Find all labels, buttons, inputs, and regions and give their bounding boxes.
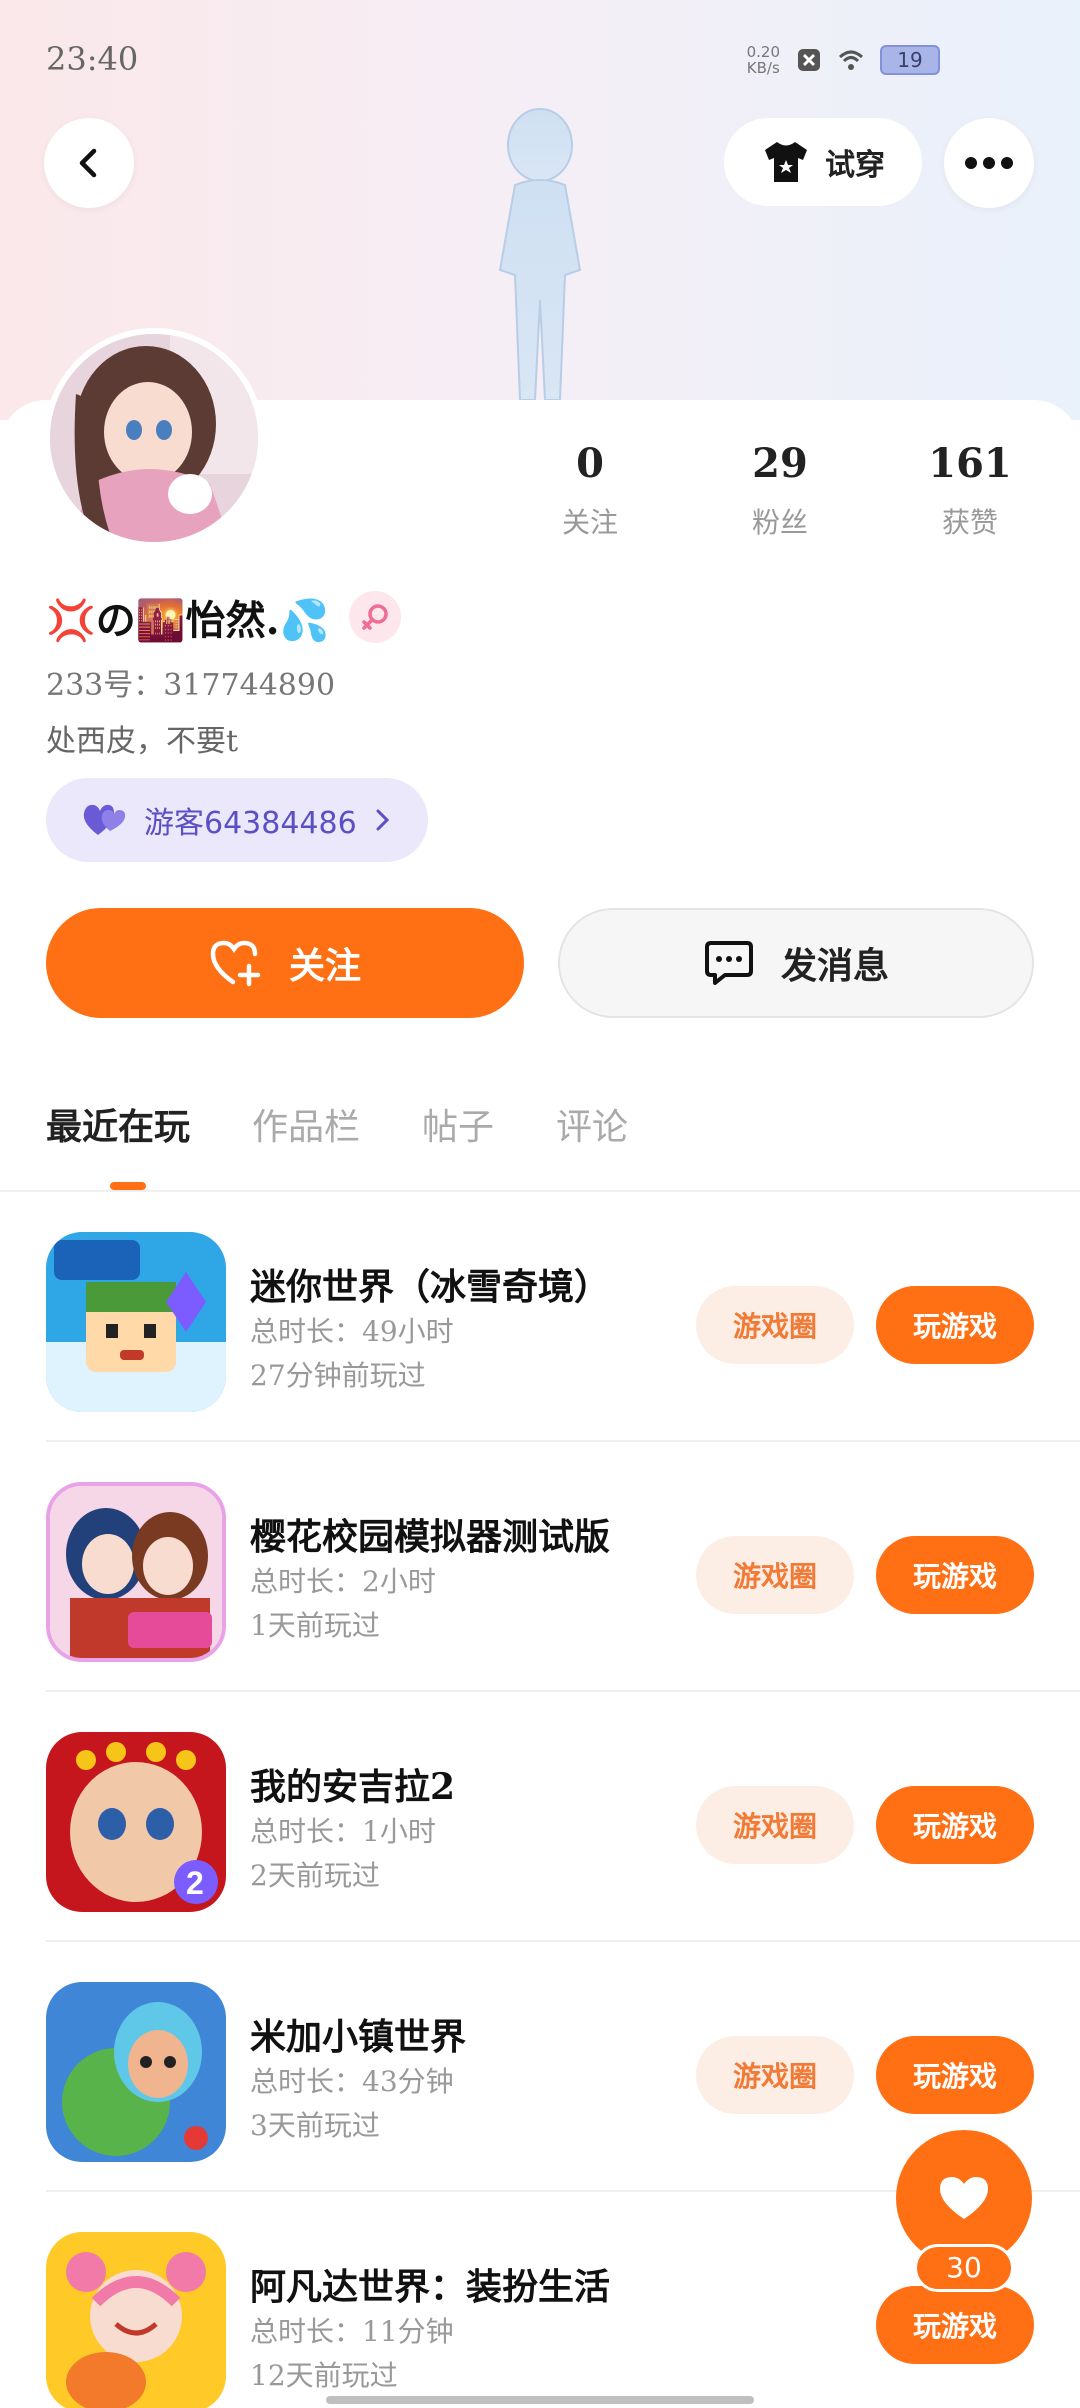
stat-label: 粉丝 — [751, 506, 808, 539]
game-icon — [46, 1482, 226, 1662]
game-circle-button[interactable]: 游戏圈 — [696, 2036, 854, 2114]
game-circle-button[interactable]: 游戏圈 — [696, 1536, 854, 1614]
game-title: 迷你世界（冰雪奇境） — [250, 1266, 611, 1308]
play-game-button[interactable]: 玩游戏 — [876, 1786, 1034, 1864]
user-id: 233号：317744890 — [46, 668, 336, 703]
follow-button[interactable]: 关注 — [46, 908, 524, 1018]
tab-comments[interactable]: 评论 — [556, 1098, 628, 1150]
game-circle-button[interactable]: 游戏圈 — [696, 1786, 854, 1864]
home-indicator[interactable] — [326, 2396, 754, 2404]
game-last-played: 1天前玩过 — [250, 1609, 380, 1642]
play-game-button[interactable]: 玩游戏 — [876, 2036, 1034, 2114]
avatar-anime-girl-image — [50, 334, 258, 542]
stat-label: 关注 — [561, 506, 618, 539]
game-duration: 总时长：43分钟 — [250, 2065, 454, 2098]
game-title: 阿凡达世界：装扮生活 — [250, 2266, 611, 2308]
game-icon — [46, 1982, 226, 2162]
toca-world-game-image — [46, 1982, 226, 2162]
profile-tabs: 最近在玩 作品栏 帖子 评论 — [46, 1098, 628, 1150]
heart-icon — [940, 2177, 988, 2219]
female-symbol-icon — [362, 604, 389, 630]
play-game-button[interactable]: 玩游戏 — [876, 1286, 1034, 1364]
stat-value: 0 — [576, 440, 604, 487]
play-game-button[interactable]: 玩游戏 — [876, 1536, 1034, 1614]
stat-label: 获赞 — [941, 506, 998, 539]
game-icon: 2 — [46, 1732, 226, 1912]
game-duration: 总时长：49小时 — [250, 1315, 454, 1348]
no-sim-icon — [798, 49, 820, 71]
game-circle-button[interactable]: 游戏圈 — [696, 1286, 854, 1364]
list-item[interactable]: 2 我的安吉拉2 总时长：1小时 2天前玩过 游戏圈 玩游戏 — [0, 1692, 1080, 1942]
game-icon — [46, 2232, 226, 2408]
try-on-button[interactable]: 试穿 — [724, 118, 922, 206]
nickname: 💢の🌇怡然.💦 — [46, 597, 330, 644]
stat-value: 161 — [928, 440, 1012, 487]
game-last-played: 2天前玩过 — [250, 1859, 380, 1892]
stat-followers[interactable]: 29 粉丝 — [710, 440, 850, 541]
more-dots-icon — [965, 157, 1013, 169]
play-game-button[interactable]: 玩游戏 — [876, 2286, 1034, 2364]
wifi-icon — [838, 50, 864, 70]
profile-stats: 0 关注 29 粉丝 161 获赞 — [520, 440, 1040, 541]
send-message-label: 发消息 — [780, 946, 889, 987]
stat-likes[interactable]: 161 获赞 — [900, 440, 1040, 541]
send-message-button[interactable]: 发消息 — [558, 908, 1034, 1018]
try-on-label: 试穿 — [825, 148, 885, 183]
tshirt-icon — [765, 142, 807, 182]
game-title: 我的安吉拉2 — [250, 1766, 456, 1808]
game-duration: 总时长：11分钟 — [250, 2315, 454, 2348]
stat-value: 29 — [752, 440, 808, 487]
battery-indicator: 19 — [880, 45, 940, 75]
my-angela-2-game-image: 2 — [46, 1732, 226, 1912]
list-item[interactable]: 迷你世界（冰雪奇境） 总时长：49小时 27分钟前玩过 游戏圈 玩游戏 — [0, 1192, 1080, 1442]
guest-chip-label: 游客64384486 — [144, 806, 357, 841]
like-count-badge: 30 — [914, 2244, 1014, 2292]
hearts-icon — [83, 804, 126, 835]
status-icons: 0.20 KB/s 19 — [747, 44, 940, 76]
nickname-row: 💢の🌇怡然.💦 — [46, 588, 402, 646]
game-last-played: 12天前玩过 — [250, 2359, 398, 2392]
game-last-played: 3天前玩过 — [250, 2109, 380, 2142]
list-item[interactable]: 樱花校园模拟器测试版 总时长：2小时 1天前玩过 游戏圈 玩游戏 — [0, 1442, 1080, 1692]
game-icon — [46, 1232, 226, 1412]
chevron-left-icon — [79, 148, 97, 178]
chevron-right-icon — [376, 809, 389, 831]
avatar-figure-preview — [498, 108, 582, 400]
back-button[interactable] — [44, 118, 134, 208]
status-bar: 23:40 0.20 KB/s 19 — [0, 0, 1080, 110]
tab-posts[interactable]: 帖子 — [422, 1098, 494, 1150]
game-last-played: 27分钟前玩过 — [250, 1359, 426, 1392]
guest-chip[interactable]: 游客64384486 — [46, 778, 428, 862]
heart-plus-icon — [210, 940, 261, 987]
chat-bubble-icon — [704, 941, 753, 985]
gender-badge — [349, 591, 402, 643]
tab-recently-played[interactable]: 最近在玩 — [46, 1098, 190, 1150]
game-title: 樱花校园模拟器测试版 — [250, 1516, 611, 1558]
follow-label: 关注 — [288, 946, 361, 987]
status-time: 23:40 — [46, 40, 139, 78]
tab-works[interactable]: 作品栏 — [252, 1098, 360, 1150]
sakura-school-game-image — [50, 1486, 222, 1658]
game-duration: 总时长：1小时 — [250, 1815, 436, 1848]
avatar[interactable] — [44, 328, 264, 548]
user-bio: 处西皮，不要t — [46, 724, 239, 759]
stat-following[interactable]: 0 关注 — [520, 440, 660, 541]
network-speed: 0.20 KB/s — [746, 43, 780, 77]
svg-text:2: 2 — [186, 1865, 204, 1901]
mini-world-ice-game-image — [46, 1232, 226, 1412]
more-button[interactable] — [944, 118, 1034, 208]
game-duration: 总时长：2小时 — [250, 1565, 436, 1598]
avatar-world-game-image — [46, 2232, 226, 2408]
active-tab-indicator — [110, 1182, 146, 1190]
game-title: 米加小镇世界 — [250, 2016, 467, 2058]
